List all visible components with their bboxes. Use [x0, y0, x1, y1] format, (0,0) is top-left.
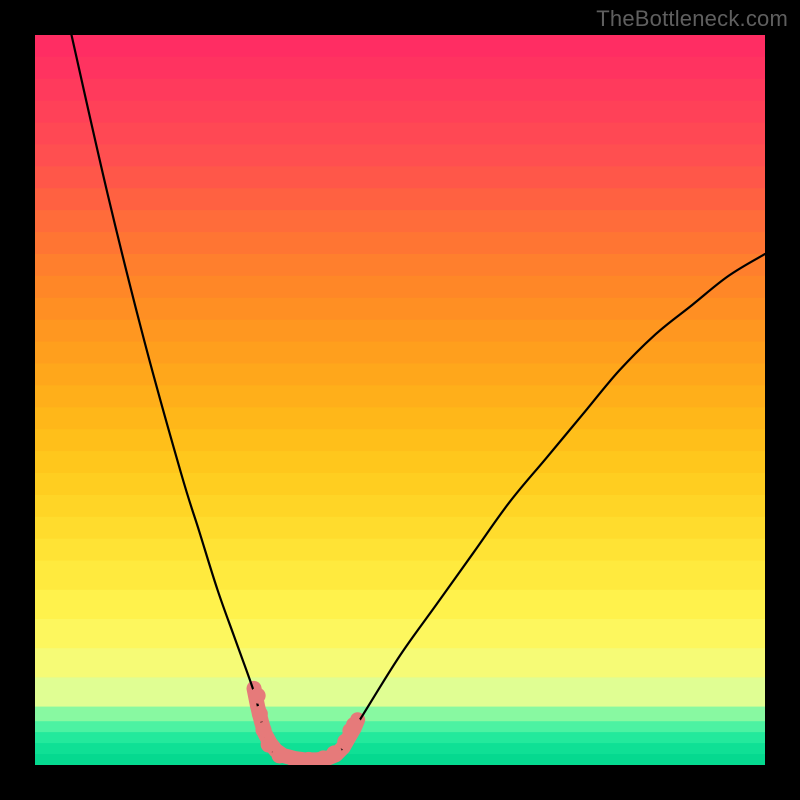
- gradient-band: [35, 451, 765, 474]
- gradient-band: [35, 298, 765, 321]
- gradient-band: [35, 364, 765, 387]
- gradient-band: [35, 407, 765, 430]
- gradient-band: [35, 57, 765, 80]
- watermark-label: TheBottleneck.com: [596, 6, 788, 32]
- gradient-band: [35, 517, 765, 540]
- data-marker: [250, 688, 266, 704]
- gradient-band: [35, 210, 765, 233]
- gradient-band: [35, 123, 765, 146]
- gradient-band: [35, 732, 765, 744]
- gradient-band: [35, 619, 765, 649]
- data-marker: [272, 748, 288, 764]
- data-marker: [255, 722, 271, 738]
- gradient-band: [35, 188, 765, 211]
- gradient-band: [35, 754, 765, 765]
- chart-canvas: TheBottleneck.com: [0, 0, 800, 800]
- gradient-band: [35, 743, 765, 755]
- data-marker: [346, 717, 362, 733]
- gradient-band: [35, 539, 765, 562]
- gradient-band: [35, 254, 765, 277]
- gradient-band: [35, 166, 765, 189]
- gradient-band: [35, 473, 765, 496]
- gradient-band: [35, 590, 765, 620]
- gradient-band: [35, 101, 765, 124]
- gradient-band: [35, 721, 765, 733]
- data-marker: [326, 745, 342, 761]
- gradient-band: [35, 276, 765, 299]
- gradient-band: [35, 677, 765, 707]
- gradient-band: [35, 79, 765, 102]
- gradient-band: [35, 385, 765, 408]
- chart-svg: [35, 35, 765, 765]
- chart-plot-area: [35, 35, 765, 765]
- data-marker: [252, 706, 268, 722]
- gradient-band: [35, 495, 765, 518]
- gradient-band: [35, 648, 765, 678]
- gradient-band: [35, 561, 765, 591]
- gradient-band: [35, 707, 765, 722]
- gradient-band: [35, 232, 765, 255]
- gradient-band: [35, 429, 765, 452]
- gradient-band: [35, 145, 765, 168]
- gradient-band: [35, 35, 765, 58]
